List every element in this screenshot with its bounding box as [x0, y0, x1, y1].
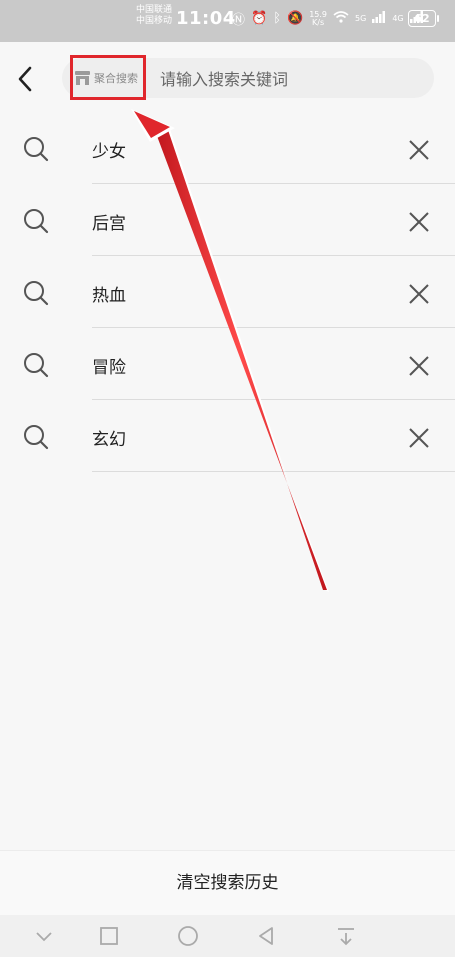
history-item[interactable]: 后宫: [0, 184, 455, 256]
close-icon[interactable]: [405, 424, 433, 452]
nfc-icon: Ⓝ: [232, 13, 246, 28]
close-icon[interactable]: [405, 280, 433, 308]
search-icon: [24, 137, 49, 162]
back-triangle-icon[interactable]: [254, 924, 278, 948]
battery-indicator: 62: [408, 10, 439, 27]
search-icon: [24, 425, 49, 450]
clock: 11:04: [176, 8, 236, 29]
back-button[interactable]: [12, 62, 40, 96]
status-bar: 中国联通 中国移动 11:04 Ⓝ ⏰ ᛒ 🔕 15.9 K/s 5G 4G 6…: [0, 0, 455, 42]
history-item[interactable]: 玄幻: [0, 400, 455, 472]
carrier-1: 中国联通: [136, 5, 173, 15]
history-term: 少女: [92, 142, 126, 162]
history-term: 后宫: [92, 214, 126, 234]
search-input[interactable]: [158, 62, 422, 96]
carrier-info: 中国联通 中国移动: [136, 5, 172, 27]
chevron-left-icon: [18, 66, 32, 92]
sim1-type: 5G: [355, 14, 367, 23]
history-term: 玄幻: [92, 430, 126, 450]
clear-history-bar: 清空搜索历史: [0, 850, 455, 915]
close-icon[interactable]: [405, 352, 433, 380]
mute-icon: 🔕: [287, 11, 304, 26]
search-icon: [24, 281, 49, 306]
home-circle-icon[interactable]: [176, 924, 200, 948]
close-icon[interactable]: [405, 136, 433, 164]
close-icon[interactable]: [405, 208, 433, 236]
net-speed-unit: K/s: [312, 17, 325, 27]
search-icon: [24, 353, 49, 378]
annotation-highlight-box: [70, 55, 146, 100]
net-speed: 15.9 K/s: [309, 10, 327, 27]
history-item[interactable]: 冒险: [0, 328, 455, 400]
signal-1-icon: [372, 10, 386, 27]
wifi-icon: [333, 10, 349, 27]
history-term: 冒险: [92, 358, 126, 378]
system-nav-bar: [0, 915, 455, 957]
history-item[interactable]: 少女: [0, 112, 455, 184]
carrier-2: 中国移动: [136, 16, 173, 26]
alarm-icon: ⏰: [251, 11, 268, 26]
recents-square-icon[interactable]: [97, 924, 121, 948]
history-item[interactable]: 热血: [0, 256, 455, 328]
status-icons: Ⓝ ⏰ ᛒ 🔕 15.9 K/s 5G 4G: [232, 9, 424, 28]
chevron-down-icon[interactable]: [32, 924, 56, 948]
sim2-type: 4G: [392, 14, 404, 23]
bluetooth-icon: ᛒ: [273, 11, 282, 26]
divider: [92, 471, 455, 472]
notification-pull-icon[interactable]: [334, 924, 358, 948]
search-history-list: 少女 后宫 热血 冒险 玄幻: [0, 112, 455, 472]
history-term: 热血: [92, 286, 126, 306]
search-icon: [24, 209, 49, 234]
clear-history-button[interactable]: 清空搜索历史: [0, 851, 455, 915]
